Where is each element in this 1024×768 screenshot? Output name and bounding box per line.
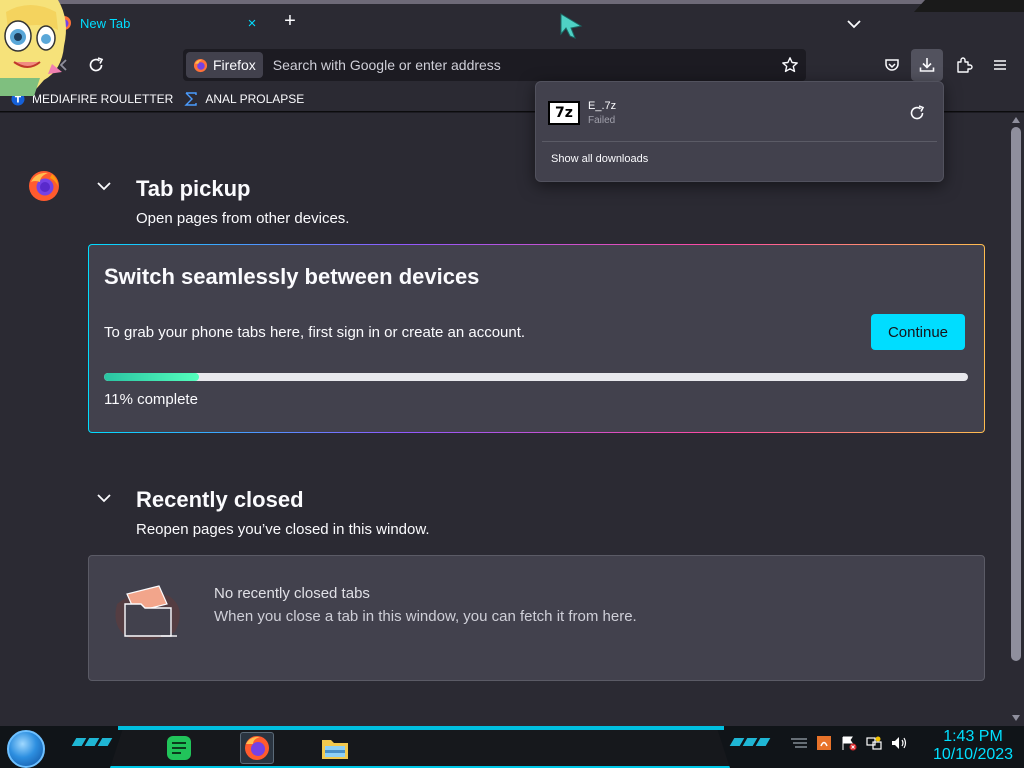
clock-time: 1:43 PM [943, 728, 1003, 745]
reload-button[interactable] [84, 53, 108, 77]
bookmark-label: ANAL PROLAPSE [205, 91, 305, 106]
archive-file-icon: 7z [548, 101, 580, 125]
taskbar-clock[interactable]: 1:43 PM 10/10/2023 [926, 728, 1020, 764]
tab-new-tab[interactable]: New Tab × [48, 6, 270, 40]
identity-label: Firefox [213, 57, 256, 73]
url-bar[interactable]: Firefox [183, 49, 806, 81]
taskbar-decoration [71, 738, 113, 746]
recently-closed-empty-card: No recently closed tabs When you close a… [88, 555, 985, 681]
download-status: Failed [588, 115, 616, 126]
app-menu-button[interactable] [988, 53, 1012, 77]
bookmark-item[interactable]: ANAL PROLAPSE [183, 91, 304, 107]
java-update-icon[interactable] [815, 734, 833, 752]
downloads-panel: 7z E_.7z Failed Show all downloads [535, 81, 944, 182]
cursor-arrow-icon [560, 13, 583, 39]
firefox-icon [245, 736, 269, 760]
network-icon[interactable] [865, 734, 883, 752]
firefox-logo-icon [29, 171, 59, 201]
pocket-button[interactable] [880, 53, 904, 77]
download-filename: E_.7z [588, 100, 617, 112]
empty-folder-icon [115, 585, 180, 640]
tab-pickup-title: Tab pickup [136, 176, 251, 201]
file-explorer-icon [322, 740, 348, 759]
scrollbar-thumb[interactable] [1011, 127, 1021, 661]
chevron-down-icon[interactable] [842, 12, 866, 36]
setup-progress-label: 11% complete [104, 391, 198, 408]
tab-pickup-subtitle: Open pages from other devices. [136, 210, 350, 227]
scroll-up-icon[interactable] [1012, 117, 1020, 123]
tab-close-icon[interactable]: × [242, 15, 262, 32]
character-sticker [0, 0, 66, 96]
show-all-downloads-button[interactable]: Show all downloads [551, 153, 648, 165]
taskbar-center [110, 730, 730, 768]
recently-closed-subtitle: Reopen pages you’ve closed in this windo… [136, 521, 430, 538]
new-tab-button[interactable]: + [278, 10, 302, 34]
clock-date: 10/10/2023 [932, 746, 1014, 763]
tab-label: New Tab [80, 15, 131, 31]
tab-strip: New Tab × + [0, 0, 1024, 44]
setup-progress-bar [104, 373, 968, 381]
extensions-icon [957, 57, 973, 73]
continue-button[interactable]: Continue [871, 314, 965, 350]
navigation-toolbar: Firefox [0, 44, 1024, 86]
scroll-down-icon[interactable] [1012, 715, 1020, 721]
sync-card-title: Switch seamlessly between devices [104, 264, 480, 289]
notes-app-button[interactable] [162, 732, 196, 764]
bookmark-sigma-icon [183, 91, 199, 107]
download-icon [919, 58, 935, 72]
url-input[interactable] [262, 50, 774, 80]
star-icon [782, 57, 798, 73]
action-center-flag-icon[interactable] [840, 734, 858, 752]
page-scrollbar[interactable] [1008, 113, 1024, 726]
setup-progress-fill [104, 373, 200, 381]
pocket-icon [885, 59, 899, 71]
firefox-view-page: Tab pickup Open pages from other devices… [0, 113, 1008, 726]
recently-closed-title: Recently closed [136, 487, 304, 512]
tray-expand-icon[interactable] [790, 734, 808, 752]
downloads-button[interactable] [911, 49, 943, 81]
extensions-button[interactable] [952, 53, 976, 77]
panel-separator [542, 141, 937, 142]
volume-icon[interactable] [890, 734, 908, 752]
firefox-icon [193, 58, 208, 72]
empty-state-description: When you close a tab in this window, you… [214, 608, 637, 625]
start-button[interactable] [7, 730, 45, 768]
firefox-taskbar-button[interactable] [240, 732, 274, 764]
taskbar-glow [118, 726, 724, 730]
empty-state-title: No recently closed tabs [214, 585, 370, 602]
identity-box[interactable]: Firefox [186, 52, 263, 78]
recently-closed-collapse-icon[interactable] [94, 488, 114, 508]
system-tray [790, 734, 908, 752]
bookmark-star-button[interactable] [774, 50, 806, 80]
sync-card-description: To grab your phone tabs here, first sign… [104, 324, 526, 341]
file-explorer-button[interactable] [318, 732, 352, 764]
sync-setup-card: Switch seamlessly between devices To gra… [88, 244, 985, 433]
tab-pickup-collapse-icon[interactable] [94, 176, 114, 196]
svg-text:T: T [15, 95, 22, 105]
notes-app-icon [167, 736, 191, 760]
retry-icon[interactable] [908, 104, 926, 122]
reload-icon [89, 57, 104, 72]
download-item[interactable]: 7z E_.7z Failed [542, 90, 938, 136]
menu-icon [994, 60, 1006, 70]
taskbar-decoration [729, 738, 771, 746]
